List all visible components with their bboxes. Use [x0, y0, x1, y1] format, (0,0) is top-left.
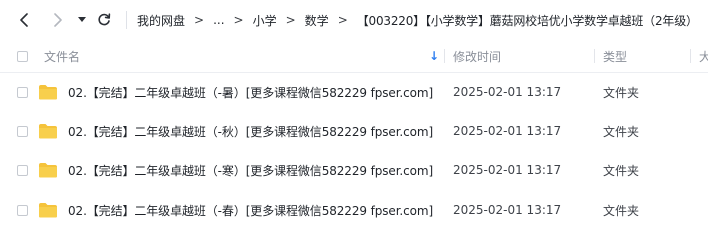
chevron-right-icon[interactable] — [46, 8, 70, 32]
file-name[interactable]: 02.【完结】二年级卓越班（-寒）[更多课程微信582229 fpser.com… — [68, 150, 433, 190]
table-row[interactable]: 02.【完结】二年级卓越班（-春）[更多课程微信582229 fpser.com… — [0, 190, 708, 230]
modified-time: 2025-02-01 13:17 — [453, 124, 562, 138]
column-header-name[interactable]: 文件名 — [44, 40, 80, 72]
breadcrumb-item-current[interactable]: 【003220】【小学数学】蘑菇网校培优小学数学卓越班（2年级） — [357, 12, 698, 29]
table-row[interactable]: 02.【完结】二年级卓越班（-寒）[更多课程微信582229 fpser.com… — [0, 150, 708, 190]
row-checkbox[interactable] — [17, 125, 28, 137]
file-type: 文件夹 — [603, 203, 640, 218]
folder-icon — [38, 190, 58, 230]
file-name[interactable]: 02.【完结】二年级卓越班（-暑）[更多课程微信582229 fpser.com… — [68, 72, 433, 112]
column-header-modified[interactable]: 修改时间 — [453, 40, 501, 72]
folder-icon — [38, 111, 58, 151]
refresh-icon[interactable] — [92, 8, 116, 32]
table-row[interactable]: 02.【完结】二年级卓越班（-秋）[更多课程微信582229 fpser.com… — [0, 111, 708, 151]
modified-time: 2025-02-01 13:17 — [453, 85, 562, 99]
breadcrumb-item-math[interactable]: 数学 — [305, 12, 329, 29]
file-name[interactable]: 02.【完结】二年级卓越班（-秋）[更多课程微信582229 fpser.com… — [68, 111, 433, 151]
column-divider[interactable] — [444, 49, 445, 63]
table-row[interactable]: 02.【完结】二年级卓越班（-暑）[更多课程微信582229 fpser.com… — [0, 72, 708, 112]
file-name[interactable]: 02.【完结】二年级卓越班（-春）[更多课程微信582229 fpser.com… — [68, 190, 433, 230]
row-checkbox[interactable] — [17, 86, 28, 98]
column-divider[interactable] — [594, 49, 595, 63]
row-checkbox-wrap[interactable] — [17, 190, 28, 230]
breadcrumb-separator: > — [285, 13, 296, 27]
caret-down-icon[interactable] — [74, 8, 90, 32]
file-type: 文件夹 — [603, 163, 640, 178]
select-all-checkbox-wrap[interactable] — [17, 40, 28, 72]
toolbar-divider — [126, 11, 127, 29]
column-divider[interactable] — [690, 49, 691, 63]
breadcrumb-separator: > — [337, 13, 348, 27]
breadcrumb-item-root[interactable]: 我的网盘 — [137, 12, 185, 29]
breadcrumb-item-ellipsis[interactable]: ... — [213, 13, 224, 27]
table-header: 文件名 ↓ 修改时间 类型 大 — [0, 40, 708, 73]
file-type: 文件夹 — [603, 85, 640, 100]
column-header-type[interactable]: 类型 — [603, 40, 627, 72]
row-checkbox-wrap[interactable] — [17, 72, 28, 112]
row-checkbox-wrap[interactable] — [17, 111, 28, 151]
select-all-checkbox[interactable] — [17, 50, 28, 62]
modified-time: 2025-02-01 13:17 — [453, 203, 562, 217]
sort-arrow-icon[interactable]: ↓ — [429, 40, 439, 72]
file-type: 文件夹 — [603, 124, 640, 139]
column-header-size[interactable]: 大 — [699, 40, 708, 72]
row-checkbox[interactable] — [17, 204, 28, 216]
row-checkbox-wrap[interactable] — [17, 150, 28, 190]
folder-icon — [38, 72, 58, 112]
row-checkbox[interactable] — [17, 164, 28, 176]
breadcrumb-item-primary[interactable]: 小学 — [253, 12, 277, 29]
breadcrumb-separator: > — [233, 13, 244, 27]
breadcrumb: 我的网盘 > ... > 小学 > 数学 > 【003220】【小学数学】蘑菇网… — [137, 12, 708, 29]
chevron-left-icon[interactable] — [12, 8, 36, 32]
modified-time: 2025-02-01 13:17 — [453, 163, 562, 177]
toolbar: 我的网盘 > ... > 小学 > 数学 > 【003220】【小学数学】蘑菇网… — [0, 0, 708, 40]
folder-icon — [38, 150, 58, 190]
breadcrumb-separator: > — [194, 13, 205, 27]
